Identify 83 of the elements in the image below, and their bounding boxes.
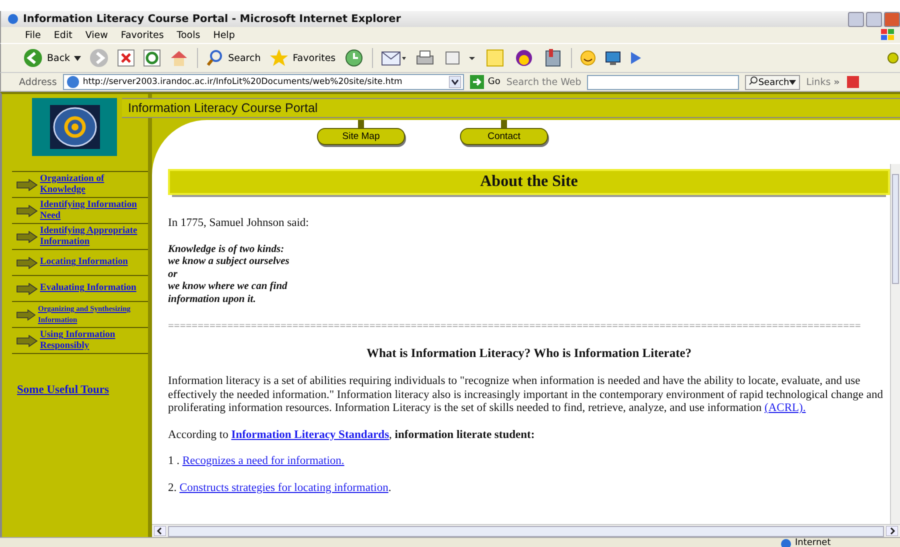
quote-line: information upon it. [168,294,257,306]
section-heading: About the Site [168,169,890,195]
stop-icon[interactable] [117,49,136,67]
close-button[interactable] [884,12,900,26]
mail-icon[interactable] [380,49,407,67]
links-label[interactable]: Links » [806,76,840,88]
browser-icon [7,13,19,25]
quote-line: we know where we can find [168,281,288,294]
paragraph: Information literacy is a set of abilities requiring individuals to "recognize when information is needed and have the ability to locate, evaluate, and use effectively the needed information." Information literacy also is increasingly important in the contemporary environment of rapid technological change and proliferating information resources. Information Literacy is the set of skills needed to find, retrieve, analyze, and use information (ACRL). [168,375,884,416]
caret-icon [789,80,796,85]
nav-button[interactable]: Site Map [317,128,405,145]
address-field[interactable]: http://server2003.irandoc.ac.ir/InfoLit%20Documents/web%20site/site.htm [62,74,464,90]
sidebar-link[interactable]: Locating Information [40,257,128,268]
list-link[interactable]: Recognizes a need for information. [182,455,344,467]
quote-line: Knowledge is of two kinds: [168,244,286,256]
page-icon [66,75,80,89]
menu-item[interactable]: Help [213,30,235,40]
menu-item[interactable]: File [25,30,41,40]
logo-icon [32,98,117,156]
vertical-scrollbar[interactable] [890,164,900,524]
search-field[interactable] [587,74,740,90]
scroll-right-icon[interactable] [886,526,898,536]
arrow-icon [16,204,38,216]
search-label: Search the Web [506,76,582,88]
intro-text: In 1775, Samuel Johnson said: [168,217,310,230]
arrow-icon [16,282,38,294]
window-title: Information Literacy Course Portal - Microsoft Internet Explorer [23,13,401,25]
button-hanger [501,120,507,128]
dropdown-arrow-icon[interactable] [448,76,461,88]
subheading: What is Information Literacy? Who is Information Literate? [365,346,693,361]
address-label: Address [19,76,57,88]
go-button[interactable]: Go [470,75,500,89]
nav-button[interactable]: Contact [460,128,548,145]
sidebar-link[interactable]: Using Information Responsibly [40,330,140,351]
list-link[interactable]: Constructs strategies for locating information [180,482,388,494]
arrow-icon [16,256,38,268]
history-icon[interactable] [344,48,364,68]
sidebar-link[interactable]: Organization of Knowledge [40,174,140,195]
arrow-icon [16,230,38,242]
back-button[interactable]: Back [23,48,82,68]
arrow-icon [16,308,36,320]
horizontal-scrollbar[interactable] [152,524,900,537]
quote-line: or [168,268,178,281]
arrow-icon [16,178,38,190]
separator-line: ===================================================================================================================== [168,322,862,332]
search-button[interactable]: Search [206,49,261,67]
tours-link[interactable]: Some Useful Tours [17,384,148,396]
quote-line: we know a subject ourselves [168,256,290,268]
menu-item[interactable]: Tools [176,30,200,40]
caret-icon [74,56,82,60]
standards-text: According to Information Literacy Standards, information literate student: [168,428,536,442]
smiley-icon[interactable] [580,50,596,66]
sidebar-link[interactable]: Identifying Information Need [40,200,140,221]
acrl-link[interactable]: (ACRL). [764,402,806,414]
menu-item[interactable]: View [85,30,108,40]
sidebar-link[interactable]: Identifying Appropriate Information [40,226,140,247]
menu-item[interactable]: Edit [54,30,72,40]
security-zone: Internet [780,538,900,547]
favorites-button[interactable]: Favorites [268,48,336,68]
go-arrow-icon [470,75,484,89]
refresh-icon[interactable] [143,49,162,67]
globe-icon [780,538,792,547]
home-icon[interactable] [169,49,190,67]
monitor-icon[interactable] [604,50,622,66]
maximize-button[interactable] [866,12,882,26]
site-banner: Information Literacy Course Portal [122,98,900,118]
windows-logo-icon [880,28,896,42]
sidebar-link[interactable]: Evaluating Information [40,283,136,294]
search-button[interactable]: Search [745,74,800,90]
play-icon[interactable] [630,51,642,65]
star-icon [268,48,289,68]
button-hanger [358,120,364,128]
minimize-button[interactable] [848,12,864,26]
list-item: 1 . Recognizes a need for information. [168,455,346,468]
search-icon [749,76,758,85]
search-icon [206,49,224,67]
list-item: 2. Constructs strategies for locating information. [168,482,392,495]
scroll-left-icon[interactable] [154,526,166,536]
printer-icon[interactable] [414,49,435,67]
arrow-icon [16,334,38,346]
edit-icon[interactable] [442,49,477,67]
menu-item[interactable]: Favorites [120,30,164,40]
standards-link[interactable]: Information Literacy Standards [231,428,390,440]
